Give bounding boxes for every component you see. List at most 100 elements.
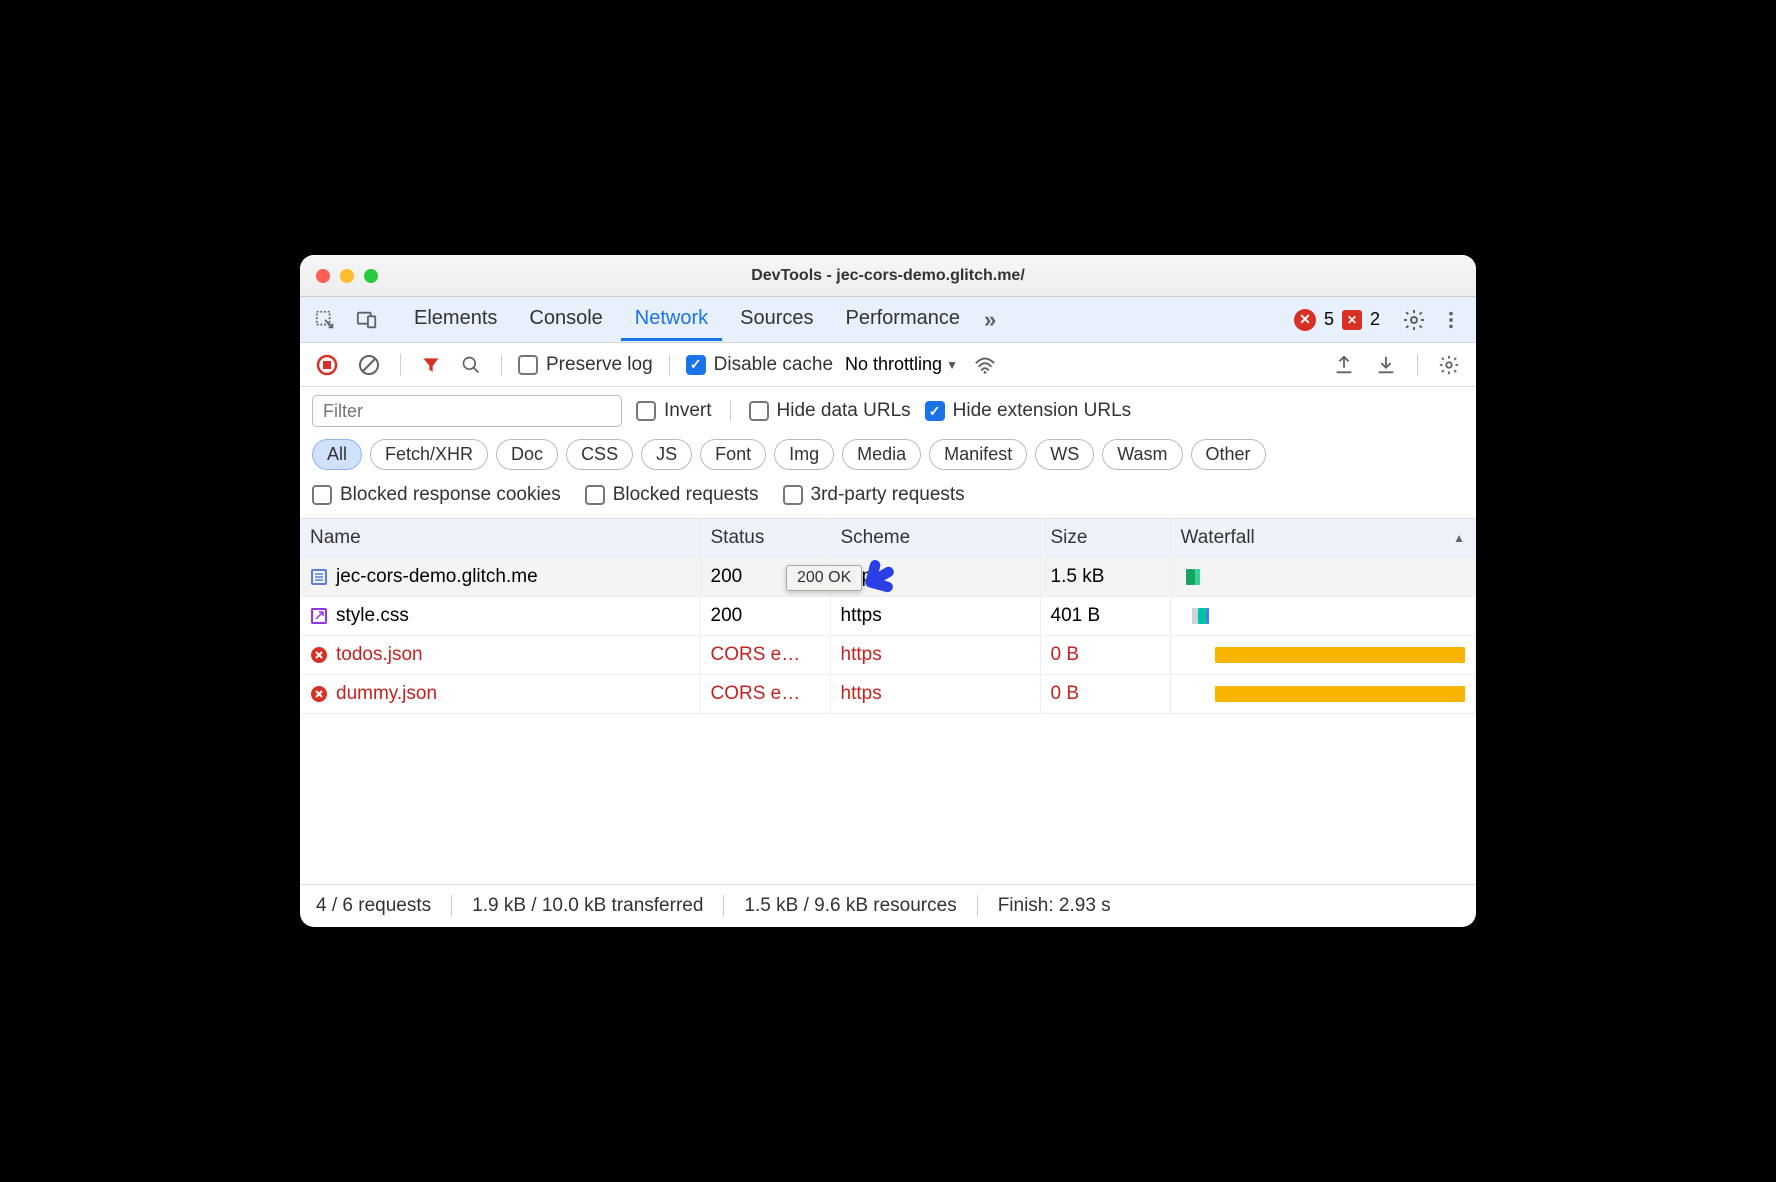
error-count-2: 2 bbox=[1370, 309, 1380, 330]
request-name: todos.json bbox=[336, 644, 423, 666]
table-row[interactable]: dummy.json CORS e…https0 B bbox=[300, 675, 1476, 714]
footer-resources: 1.5 kB / 9.6 kB resources bbox=[744, 895, 956, 917]
blocked-cookies-checkbox[interactable]: Blocked response cookies bbox=[312, 484, 561, 506]
filter-pill-other[interactable]: Other bbox=[1191, 439, 1266, 470]
third-party-checkbox[interactable]: 3rd-party requests bbox=[783, 484, 965, 506]
filter-pill-font[interactable]: Font bbox=[700, 439, 766, 470]
upload-har-icon[interactable] bbox=[1329, 350, 1359, 380]
error-icon bbox=[310, 685, 328, 703]
waterfall-cell bbox=[1170, 597, 1476, 636]
error-count-icon[interactable]: ✕ bbox=[1294, 309, 1316, 331]
waterfall-bar bbox=[1215, 647, 1465, 663]
filter-pill-manifest[interactable]: Manifest bbox=[929, 439, 1027, 470]
disable-cache-label: Disable cache bbox=[714, 354, 833, 376]
titlebar: DevTools - jec-cors-demo.glitch.me/ bbox=[300, 255, 1476, 297]
tab-console[interactable]: Console bbox=[515, 299, 616, 341]
network-conditions-icon[interactable] bbox=[970, 351, 1000, 379]
waterfall-bar bbox=[1198, 608, 1207, 624]
waterfall-cell bbox=[1170, 675, 1476, 714]
network-toolbar: Preserve log Disable cache No throttling… bbox=[300, 343, 1476, 387]
request-name: dummy.json bbox=[336, 683, 437, 705]
waterfall-bar bbox=[1195, 569, 1201, 585]
tab-performance[interactable]: Performance bbox=[832, 299, 975, 341]
invert-label: Invert bbox=[664, 400, 712, 422]
filter-bar: Invert Hide data URLs Hide extension URL… bbox=[300, 387, 1476, 435]
filter-pill-js[interactable]: JS bbox=[641, 439, 692, 470]
col-name[interactable]: Name bbox=[300, 519, 700, 558]
waterfall-cell bbox=[1170, 636, 1476, 675]
search-icon[interactable] bbox=[457, 351, 485, 379]
kebab-menu-icon[interactable] bbox=[1436, 305, 1466, 335]
table-row[interactable]: style.css 200https401 B bbox=[300, 597, 1476, 636]
hide-ext-urls-label: Hide extension URLs bbox=[953, 400, 1131, 422]
blocked-cookies-label: Blocked response cookies bbox=[340, 484, 561, 506]
throttling-label: No throttling bbox=[845, 354, 942, 375]
blocked-requests-checkbox[interactable]: Blocked requests bbox=[585, 484, 759, 506]
filter-pill-ws[interactable]: WS bbox=[1035, 439, 1094, 470]
request-size: 0 B bbox=[1040, 636, 1170, 675]
more-tabs-icon[interactable]: » bbox=[980, 303, 1000, 337]
filter-pill-media[interactable]: Media bbox=[842, 439, 921, 470]
col-size[interactable]: Size bbox=[1040, 519, 1170, 558]
error-icon bbox=[310, 646, 328, 664]
col-waterfall-label: Waterfall bbox=[1181, 527, 1255, 548]
settings-icon[interactable] bbox=[1398, 304, 1430, 336]
filter-pill-fetch-xhr[interactable]: Fetch/XHR bbox=[370, 439, 488, 470]
third-party-label: 3rd-party requests bbox=[811, 484, 965, 506]
preserve-log-label: Preserve log bbox=[546, 354, 653, 376]
footer-requests: 4 / 6 requests bbox=[316, 895, 431, 917]
disable-cache-checkbox[interactable]: Disable cache bbox=[686, 354, 833, 376]
request-size: 0 B bbox=[1040, 675, 1170, 714]
hide-data-urls-label: Hide data URLs bbox=[777, 400, 911, 422]
blocked-requests-label: Blocked requests bbox=[613, 484, 759, 506]
minimize-window-icon[interactable] bbox=[340, 269, 354, 283]
request-name: style.css bbox=[336, 605, 409, 627]
request-scheme: https bbox=[830, 675, 1040, 714]
request-size: 401 B bbox=[1040, 597, 1170, 636]
hide-data-urls-checkbox[interactable]: Hide data URLs bbox=[749, 400, 911, 422]
network-settings-icon[interactable] bbox=[1434, 350, 1464, 380]
preserve-log-checkbox[interactable]: Preserve log bbox=[518, 354, 653, 376]
error-badges: ✕ 5 ✕ 2 bbox=[1294, 309, 1380, 331]
request-name: jec-cors-demo.glitch.me bbox=[336, 566, 538, 588]
tab-sources[interactable]: Sources bbox=[726, 299, 827, 341]
col-status[interactable]: Status bbox=[700, 519, 830, 558]
request-status: 200 bbox=[700, 597, 830, 636]
maximize-window-icon[interactable] bbox=[364, 269, 378, 283]
extra-filters: Blocked response cookies Blocked request… bbox=[300, 480, 1476, 519]
issue-count-icon[interactable]: ✕ bbox=[1342, 310, 1362, 330]
filter-pill-css[interactable]: CSS bbox=[566, 439, 633, 470]
inspect-icon[interactable] bbox=[310, 305, 340, 335]
request-status: CORS e… bbox=[700, 636, 830, 675]
device-toggle-icon[interactable] bbox=[352, 305, 382, 335]
filter-pill-doc[interactable]: Doc bbox=[496, 439, 558, 470]
download-har-icon[interactable] bbox=[1371, 350, 1401, 380]
document-icon bbox=[310, 568, 328, 586]
status-tooltip: 200 OK bbox=[786, 565, 862, 591]
throttling-select[interactable]: No throttling ▼ bbox=[845, 354, 958, 375]
waterfall-bar bbox=[1192, 608, 1198, 624]
tab-elements[interactable]: Elements bbox=[400, 299, 511, 341]
stylesheet-icon bbox=[310, 607, 328, 625]
waterfall-cell bbox=[1170, 558, 1476, 597]
filter-pill-wasm[interactable]: Wasm bbox=[1102, 439, 1182, 470]
footer-finish: Finish: 2.93 s bbox=[998, 895, 1111, 917]
col-waterfall[interactable]: Waterfall ▲ bbox=[1170, 519, 1476, 558]
resource-type-filters: All Fetch/XHR Doc CSS JS Font Img Media Manifest… bbox=[300, 435, 1476, 480]
clear-icon[interactable] bbox=[354, 350, 384, 380]
hide-extension-urls-checkbox[interactable]: Hide extension URLs bbox=[925, 400, 1131, 422]
request-scheme: https bbox=[830, 597, 1040, 636]
request-scheme: https bbox=[830, 636, 1040, 675]
invert-checkbox[interactable]: Invert bbox=[636, 400, 712, 422]
filter-icon[interactable] bbox=[417, 351, 445, 379]
filter-pill-img[interactable]: Img bbox=[774, 439, 834, 470]
table-row[interactable]: todos.json CORS e…https0 B bbox=[300, 636, 1476, 675]
filter-pill-all[interactable]: All bbox=[312, 439, 362, 470]
request-status: CORS e… bbox=[700, 675, 830, 714]
footer-transferred: 1.9 kB / 10.0 kB transferred bbox=[472, 895, 703, 917]
close-window-icon[interactable] bbox=[316, 269, 330, 283]
waterfall-bar bbox=[1206, 608, 1209, 624]
filter-input[interactable] bbox=[312, 395, 622, 427]
tab-network[interactable]: Network bbox=[621, 299, 722, 341]
record-icon[interactable] bbox=[312, 350, 342, 380]
